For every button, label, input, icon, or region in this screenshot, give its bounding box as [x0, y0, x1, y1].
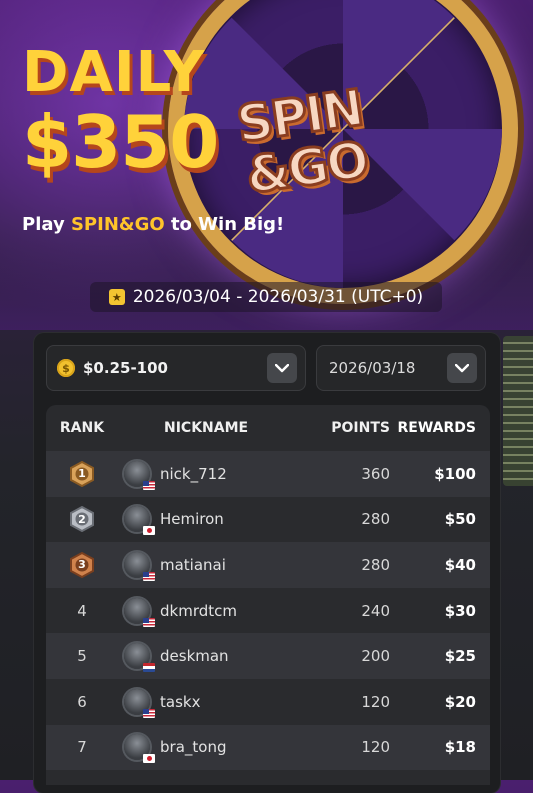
- medal-rank-number: 1: [78, 467, 86, 481]
- row-points: 360: [361, 464, 390, 483]
- chevron-down-icon[interactable]: [267, 353, 297, 383]
- promo-date-range: ★ 2026/03/04 - 2026/03/31 (UTC+0): [90, 282, 442, 312]
- stake-filter-dropdown[interactable]: $ $0.25-100: [46, 345, 306, 391]
- banner-subtitle: Play SPIN&GO to Win Big!: [22, 214, 284, 235]
- row-points: 280: [361, 510, 390, 529]
- row-points: 120: [361, 738, 390, 757]
- medal-rank-number: 2: [78, 512, 86, 526]
- leaderboard-filters: $ $0.25-100 2026/03/18: [46, 345, 488, 391]
- flag-nl-icon: [143, 663, 155, 673]
- banner-title-amount: $350: [22, 100, 219, 184]
- row-player[interactable]: taskx: [118, 688, 308, 718]
- row-points: 120: [361, 692, 390, 711]
- avatar[interactable]: [124, 734, 155, 764]
- date-range-text: 2026/03/04 - 2026/03/31 (UTC+0): [132, 287, 424, 307]
- flag-us-icon: [143, 617, 155, 627]
- table-row: 5 deskman 200 $25: [46, 633, 490, 679]
- silver-medal-icon: 2: [69, 506, 95, 533]
- calendar-star-icon: ★: [108, 289, 125, 305]
- leaderboard-panel: $ $0.25-100 2026/03/18 RANK NICKNAME POI…: [34, 333, 500, 793]
- row-reward: $40: [444, 555, 476, 574]
- row-rank: 7: [46, 738, 118, 756]
- row-player[interactable]: Hemiron: [118, 506, 308, 536]
- row-reward: $25: [444, 647, 476, 666]
- avatar[interactable]: [124, 506, 155, 536]
- table-body: 1 nick_712 360 $100 2 Hemiron 280 $50 3 matianai 2…: [46, 451, 490, 771]
- player-nickname: bra_tong: [160, 738, 227, 757]
- player-nickname: taskx: [160, 692, 201, 711]
- row-player[interactable]: bra_tong: [118, 734, 308, 764]
- row-points: 280: [361, 555, 390, 574]
- row-rank: 5: [46, 647, 118, 665]
- avatar[interactable]: [124, 597, 155, 627]
- avatar[interactable]: [124, 551, 155, 581]
- leaderboard-table: RANK NICKNAME POINTS REWARDS 1 nick_712 36…: [46, 405, 490, 785]
- banner-title-daily: DAILY: [22, 40, 206, 105]
- flag-jp-icon: [143, 754, 155, 764]
- subtitle-highlight: SPIN&GO: [70, 214, 165, 235]
- row-player[interactable]: deskman: [118, 643, 308, 673]
- rank-number: 7: [77, 738, 87, 757]
- table-row: 4 dkmrdtcm 240 $30: [46, 588, 490, 634]
- row-player[interactable]: dkmrdtcm: [118, 597, 308, 627]
- date-filter-value: 2026/03/18: [329, 359, 416, 377]
- avatar[interactable]: [124, 643, 155, 673]
- player-nickname: Hemiron: [160, 510, 224, 529]
- spin-and-go-logo: SPIN &GO: [221, 77, 384, 206]
- row-points: 200: [361, 647, 390, 666]
- flag-us-icon: [143, 571, 155, 581]
- row-points: 240: [361, 601, 390, 620]
- row-player[interactable]: matianai: [118, 551, 308, 581]
- avatar[interactable]: [124, 688, 155, 718]
- stake-filter-value: $0.25-100: [83, 359, 168, 377]
- row-reward: $100: [434, 464, 476, 483]
- date-filter-dropdown[interactable]: 2026/03/18: [316, 345, 486, 391]
- rank-number: 5: [77, 647, 87, 666]
- subtitle-prefix: Play: [22, 214, 71, 235]
- row-reward: $18: [444, 738, 476, 757]
- subtitle-suffix: to Win Big!: [164, 214, 285, 235]
- header-nickname: NICKNAME: [164, 420, 249, 436]
- avatar[interactable]: [124, 460, 155, 490]
- player-nickname: nick_712: [160, 464, 227, 483]
- player-nickname: matianai: [160, 555, 226, 574]
- flag-us-icon: [143, 708, 155, 718]
- cash-stack-decoration: [503, 336, 533, 486]
- row-reward: $50: [444, 510, 476, 529]
- rank-number: 4: [77, 601, 87, 620]
- header-rank: RANK: [59, 420, 105, 436]
- header-rewards: REWARDS: [397, 420, 476, 436]
- row-reward: $30: [444, 601, 476, 620]
- row-rank: 3: [46, 551, 118, 578]
- table-row: 6 taskx 120 $20: [46, 679, 490, 725]
- table-header: RANK NICKNAME POINTS REWARDS: [46, 405, 490, 451]
- row-rank: 6: [46, 693, 118, 711]
- table-row: 3 matianai 280 $40: [46, 542, 490, 588]
- row-rank: 4: [46, 602, 118, 620]
- medal-rank-number: 3: [78, 558, 86, 572]
- row-player[interactable]: nick_712: [118, 460, 308, 490]
- row-rank: 1: [46, 460, 118, 487]
- coin-icon: $: [57, 359, 75, 377]
- table-row: 2 Hemiron 280 $50: [46, 497, 490, 543]
- flag-us-icon: [143, 480, 155, 490]
- table-row: 7 bra_tong 120 $18: [46, 724, 490, 771]
- bronze-medal-icon: 3: [69, 551, 95, 578]
- row-rank: 2: [46, 506, 118, 533]
- chevron-down-icon[interactable]: [447, 353, 477, 383]
- row-reward: $20: [444, 692, 476, 711]
- promo-banner: SPIN &GO DAILY $350 Play SPIN&GO to Win …: [0, 0, 533, 330]
- header-points: POINTS: [331, 420, 390, 436]
- table-row: 1 nick_712 360 $100: [46, 451, 490, 497]
- gold-medal-icon: 1: [69, 460, 95, 487]
- player-nickname: dkmrdtcm: [160, 601, 237, 620]
- player-nickname: deskman: [160, 647, 229, 666]
- flag-jp-icon: [143, 526, 155, 536]
- rank-number: 6: [77, 692, 87, 711]
